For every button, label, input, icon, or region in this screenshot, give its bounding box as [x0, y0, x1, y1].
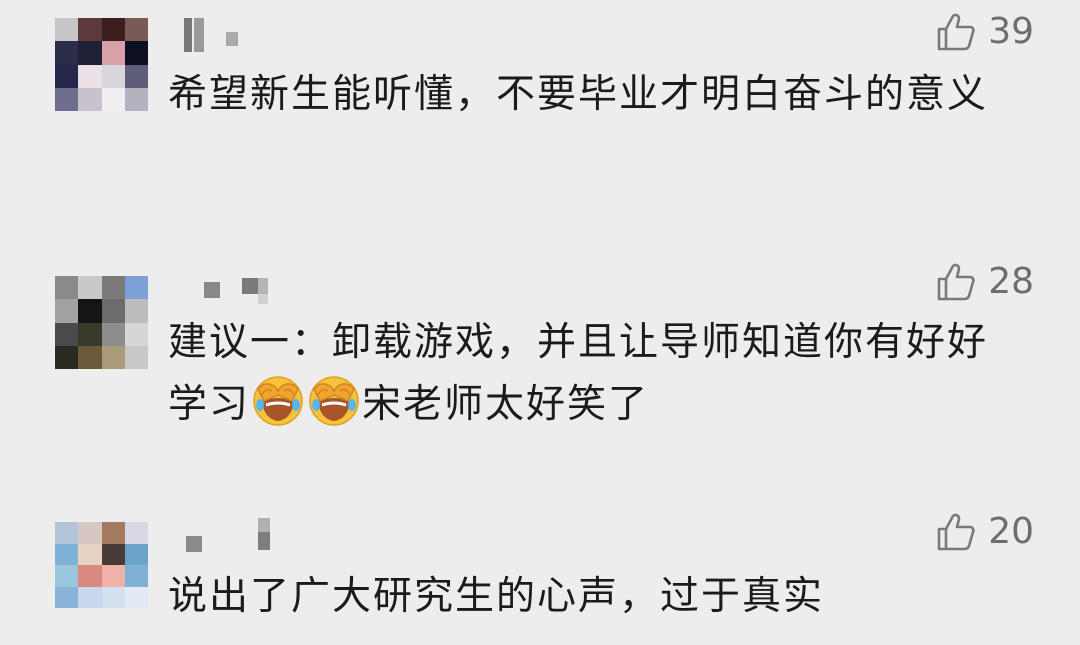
avatar-pixel	[78, 64, 102, 88]
avatar-pixel	[55, 586, 79, 608]
avatar-pixel	[101, 565, 125, 587]
avatar-pixel	[78, 18, 102, 42]
avatar-pixel	[78, 543, 102, 565]
thumbs-up-icon	[937, 13, 975, 51]
face-palm-laughing-emoji	[253, 376, 303, 426]
thumbs-up-icon	[937, 263, 975, 301]
avatar-pixel	[78, 276, 102, 300]
avatar-pixel	[124, 565, 148, 587]
comment-list: 39 希望新生能听懂，不要毕业才明白奋斗的意义 28 建议一：卸载游戏，并且让导…	[0, 0, 1080, 645]
avatar[interactable]	[55, 18, 148, 111]
avatar-pixel	[124, 522, 148, 544]
avatar-pixel	[78, 565, 102, 587]
avatar-pixel	[78, 87, 102, 111]
face-palm-laughing-emoji	[309, 376, 359, 426]
avatar-pixel	[101, 18, 125, 42]
avatar-pixel	[124, 18, 148, 42]
username-pixelated[interactable]	[172, 276, 282, 312]
avatar-pixel	[124, 543, 148, 565]
avatar-pixel	[55, 18, 79, 42]
avatar-pixel	[55, 64, 79, 88]
avatar-pixel	[78, 345, 102, 369]
comment-text-part: 宋老师太好笑了	[362, 382, 650, 427]
like-button[interactable]: 39	[936, 12, 1034, 52]
like-button[interactable]: 28	[936, 262, 1034, 302]
avatar-pixel	[101, 345, 125, 369]
avatar-pixel	[101, 276, 125, 300]
avatar-pixel	[55, 522, 79, 544]
thumbs-up-icon	[937, 513, 975, 551]
avatar-pixel	[78, 41, 102, 65]
username-pixelated[interactable]	[172, 518, 282, 554]
avatar-pixel	[55, 276, 79, 300]
avatar-pixel	[55, 322, 79, 346]
like-count: 28	[988, 261, 1034, 302]
comment-text: 建议一：卸载游戏，并且让导师知道你有好好学习 宋老师太好笑了	[168, 312, 1018, 436]
avatar-pixel	[124, 41, 148, 65]
avatar-pixel	[101, 586, 125, 608]
avatar-pixel	[124, 64, 148, 88]
comment-text: 希望新生能听懂，不要毕业才明白奋斗的意义	[168, 72, 989, 117]
avatar-pixel	[101, 543, 125, 565]
avatar-pixel	[55, 299, 79, 323]
comment-text: 说出了广大研究生的心声，过于真实	[168, 574, 825, 619]
avatar-pixel	[124, 586, 148, 608]
like-count: 20	[988, 511, 1034, 552]
avatar-pixel	[101, 64, 125, 88]
avatar-pixel	[124, 322, 148, 346]
avatar-pixel	[124, 299, 148, 323]
like-button[interactable]: 20	[936, 512, 1034, 552]
username-pixelated[interactable]	[172, 18, 252, 54]
avatar-pixel	[124, 276, 148, 300]
avatar-pixel	[78, 586, 102, 608]
avatar-pixel	[101, 522, 125, 544]
avatar-pixel	[55, 543, 79, 565]
avatar-pixel	[78, 322, 102, 346]
avatar-pixel	[101, 322, 125, 346]
avatar-pixel	[124, 345, 148, 369]
avatar-pixel	[101, 87, 125, 111]
avatar[interactable]	[55, 522, 148, 608]
avatar-pixel	[78, 299, 102, 323]
avatar-pixel	[101, 299, 125, 323]
avatar-pixel	[55, 565, 79, 587]
like-count: 39	[988, 11, 1034, 52]
avatar[interactable]	[55, 276, 148, 369]
avatar-pixel	[78, 522, 102, 544]
avatar-pixel	[55, 87, 79, 111]
avatar-pixel	[124, 87, 148, 111]
avatar-pixel	[55, 41, 79, 65]
avatar-pixel	[55, 345, 79, 369]
avatar-pixel	[101, 41, 125, 65]
